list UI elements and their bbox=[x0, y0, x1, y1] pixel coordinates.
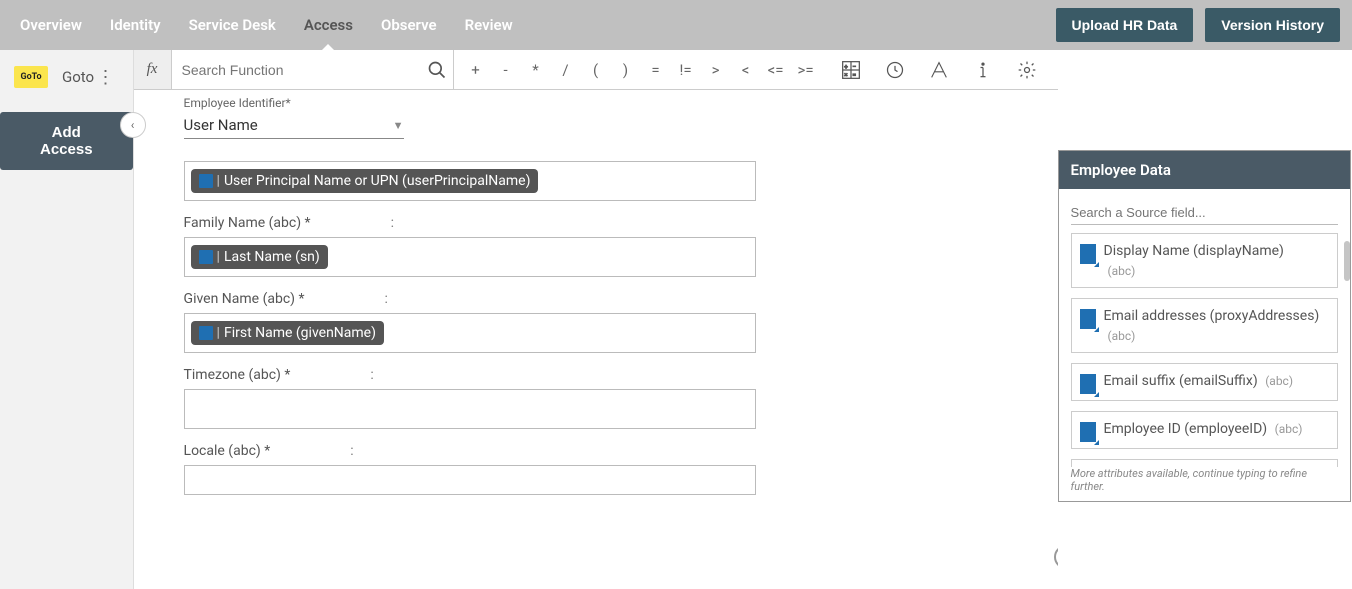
field-label-familyname: Family Name (abc) * bbox=[184, 215, 311, 231]
source-item-emailsuffix[interactable]: Email suffix (emailSuffix) (abc) bbox=[1071, 363, 1338, 401]
op-rparen[interactable]: ) bbox=[612, 61, 640, 79]
operator-bar: + - * / ( ) = != > < <= >= bbox=[454, 61, 820, 79]
fx-label: fx bbox=[134, 50, 172, 89]
source-field-icon bbox=[1080, 309, 1096, 329]
type-badge: (abc) bbox=[1265, 374, 1293, 388]
grid-icon[interactable]: +−×= bbox=[840, 59, 862, 81]
field-familyname[interactable]: | Last Name (sn) bbox=[184, 237, 756, 277]
field-label-givenname: Given Name (abc) * bbox=[184, 291, 305, 307]
clock-icon[interactable] bbox=[884, 59, 906, 81]
collapse-sidebar-button[interactable]: ‹ bbox=[120, 112, 146, 138]
source-field-icon bbox=[199, 326, 213, 340]
sidebar: GoTo Goto ⋮ Add Access ‹ bbox=[0, 50, 134, 589]
nav-tab-overview[interactable]: Overview bbox=[20, 2, 82, 48]
main-area: fx + - * / ( ) = != > < <= >= bbox=[134, 50, 1352, 589]
nav-tab-servicedesk[interactable]: Service Desk bbox=[189, 2, 276, 48]
source-field-icon bbox=[199, 174, 213, 188]
type-badge: (abc) bbox=[1108, 264, 1136, 278]
field-locale[interactable] bbox=[184, 465, 756, 495]
colon-sep: : bbox=[391, 215, 394, 231]
type-badge: (abc) bbox=[1108, 329, 1136, 343]
chevron-left-icon: ‹ bbox=[131, 118, 135, 132]
source-field-icon bbox=[1080, 244, 1096, 264]
source-item-label: Email addresses (proxyAddresses) bbox=[1104, 308, 1320, 324]
source-item-label: Display Name (displayName) bbox=[1104, 243, 1284, 259]
formula-bar: fx + - * / ( ) = != > < <= >= bbox=[134, 50, 1058, 90]
search-function-input[interactable] bbox=[172, 54, 422, 86]
chip-lastname[interactable]: | Last Name (sn) bbox=[191, 245, 328, 269]
toolbar-icons: +−×= bbox=[820, 59, 1058, 81]
source-field-icon bbox=[199, 250, 213, 264]
field-label-locale: Locale (abc) * bbox=[184, 443, 271, 459]
op-lte[interactable]: <= bbox=[762, 61, 790, 79]
kebab-menu-icon[interactable]: ⋮ bbox=[97, 67, 115, 88]
upload-hr-data-button[interactable]: Upload HR Data bbox=[1056, 8, 1194, 42]
scrollbar-thumb[interactable] bbox=[1344, 241, 1350, 281]
chip-label: User Principal Name or UPN (userPrincipa… bbox=[224, 173, 531, 189]
op-lparen[interactable]: ( bbox=[582, 61, 610, 79]
source-field-icon bbox=[1080, 422, 1096, 442]
op-div[interactable]: / bbox=[552, 61, 580, 79]
nav-tab-observe[interactable]: Observe bbox=[381, 2, 437, 48]
nav-tabs: Overview Identity Service Desk Access Ob… bbox=[20, 2, 513, 48]
search-icon[interactable] bbox=[422, 50, 454, 89]
font-icon[interactable] bbox=[928, 59, 950, 81]
colon-sep: : bbox=[350, 443, 353, 459]
source-item-displayname[interactable]: Display Name (displayName) (abc) bbox=[1071, 233, 1338, 288]
employee-data-panel: Employee Data Display Name (displayName)… bbox=[1058, 150, 1351, 502]
mapping-form: | User Principal Name or UPN (userPrinci… bbox=[184, 161, 1028, 495]
op-minus[interactable]: - bbox=[492, 61, 520, 79]
source-item-label: Employee ID (employeeID) bbox=[1104, 421, 1268, 437]
op-eq[interactable]: = bbox=[642, 61, 670, 79]
dropdown-selected-value: User Name bbox=[184, 116, 258, 134]
panel-title: Employee Data bbox=[1059, 151, 1350, 189]
employee-identifier-label: Employee Identifier* bbox=[184, 96, 1028, 110]
op-mult[interactable]: * bbox=[522, 61, 550, 79]
op-lt[interactable]: < bbox=[732, 61, 760, 79]
top-nav: Overview Identity Service Desk Access Ob… bbox=[0, 0, 1352, 50]
svg-text:×: × bbox=[844, 72, 847, 78]
field-timezone[interactable] bbox=[184, 389, 756, 429]
op-gt[interactable]: > bbox=[702, 61, 730, 79]
op-neq[interactable]: != bbox=[672, 61, 700, 79]
source-item-proxyaddresses[interactable]: Email addresses (proxyAddresses) (abc) bbox=[1071, 298, 1338, 353]
source-item-label: Email suffix (emailSuffix) bbox=[1104, 373, 1258, 389]
nav-tab-identity[interactable]: Identity bbox=[110, 2, 161, 48]
sidebar-app-name: Goto bbox=[62, 68, 94, 86]
chip-upn[interactable]: | User Principal Name or UPN (userPrinci… bbox=[191, 169, 539, 193]
field-label-timezone: Timezone (abc) * bbox=[184, 367, 291, 383]
svg-text:−: − bbox=[852, 64, 855, 70]
version-history-button[interactable]: Version History bbox=[1205, 8, 1340, 42]
chevron-down-icon: ▼ bbox=[393, 119, 404, 132]
source-item-employeeid[interactable]: Employee ID (employeeID) (abc) bbox=[1071, 411, 1338, 449]
op-plus[interactable]: + bbox=[462, 61, 490, 79]
nav-tab-review[interactable]: Review bbox=[465, 2, 513, 48]
source-field-list: Display Name (displayName) (abc) Email ad… bbox=[1059, 233, 1350, 501]
goto-logo-icon: GoTo bbox=[14, 66, 48, 88]
source-field-icon bbox=[1080, 374, 1096, 394]
chip-label: First Name (givenName) bbox=[224, 325, 376, 341]
add-field-button[interactable]: + bbox=[1054, 545, 1058, 569]
type-badge: (abc) bbox=[1275, 422, 1303, 436]
sidebar-app-row[interactable]: GoTo Goto ⋮ bbox=[0, 50, 133, 104]
colon-sep: : bbox=[370, 367, 373, 383]
chip-label: Last Name (sn) bbox=[224, 249, 320, 265]
chip-firstname[interactable]: | First Name (givenName) bbox=[191, 321, 384, 345]
field-upn[interactable]: | User Principal Name or UPN (userPrinci… bbox=[184, 161, 756, 201]
svg-text:=: = bbox=[852, 72, 855, 78]
field-givenname[interactable]: | First Name (givenName) bbox=[184, 313, 756, 353]
source-field-search-input[interactable] bbox=[1071, 201, 1338, 225]
add-access-button[interactable]: Add Access bbox=[0, 112, 133, 170]
info-icon[interactable] bbox=[972, 59, 994, 81]
employee-identifier-dropdown[interactable]: User Name ▼ bbox=[184, 112, 404, 139]
more-attributes-note: More attributes available, continue typi… bbox=[1059, 467, 1350, 499]
colon-sep: : bbox=[385, 291, 388, 307]
settings-gear-icon[interactable] bbox=[1016, 59, 1038, 81]
nav-actions: Upload HR Data Version History bbox=[1056, 8, 1341, 42]
nav-tab-access[interactable]: Access bbox=[304, 2, 353, 48]
op-gte[interactable]: >= bbox=[792, 61, 820, 79]
